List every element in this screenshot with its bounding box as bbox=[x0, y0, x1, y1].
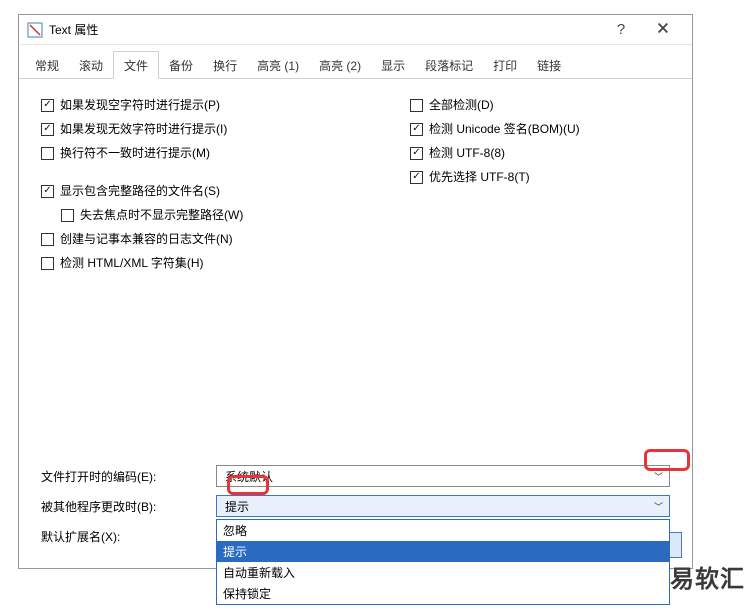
checkbox-label: 创建与记事本兼容的日志文件(N) bbox=[60, 230, 233, 248]
checkbox-row[interactable]: 检测 Unicode 签名(BOM)(U) bbox=[410, 117, 670, 141]
tab-5[interactable]: 高亮 (1) bbox=[247, 52, 309, 78]
checkbox-label: 检测 UTF-8(8) bbox=[429, 144, 505, 162]
encoding-combo[interactable]: 系统默认 ﹀ bbox=[216, 465, 670, 487]
default-ext-label: 默认扩展名(X): bbox=[41, 528, 216, 545]
checkbox-row[interactable]: 失去焦点时不显示完整路径(W) bbox=[61, 203, 370, 227]
checkbox[interactable] bbox=[410, 147, 423, 160]
tab-content: 如果发现空字符时进行提示(P) 如果发现无效字符时进行提示(I) 换行符不一致时进行… bbox=[19, 79, 692, 289]
checkbox[interactable] bbox=[41, 233, 54, 246]
checkbox[interactable] bbox=[41, 257, 54, 270]
text-properties-dialog: Text 属性 ? 🗙 常规滚动文件备份换行高亮 (1)高亮 (2)显示段落标记… bbox=[18, 14, 693, 569]
tab-6[interactable]: 高亮 (2) bbox=[309, 52, 371, 78]
encoding-label: 文件打开时的编码(E): bbox=[41, 468, 216, 485]
checkbox-label: 失去焦点时不显示完整路径(W) bbox=[80, 206, 243, 224]
checkbox-row[interactable]: 检测 UTF-8(8) bbox=[410, 141, 670, 165]
checkbox-label: 换行符不一致时进行提示(M) bbox=[60, 144, 210, 162]
checkbox-label: 检测 Unicode 签名(BOM)(U) bbox=[429, 120, 580, 138]
tab-7[interactable]: 显示 bbox=[371, 52, 415, 78]
checkbox-label: 优先选择 UTF-8(T) bbox=[429, 168, 530, 186]
tab-10[interactable]: 链接 bbox=[527, 52, 571, 78]
changed-by-combo[interactable]: 提示 ﹀ bbox=[216, 495, 670, 517]
dropdown-item[interactable]: 忽略 bbox=[217, 520, 669, 541]
help-button[interactable]: ? bbox=[600, 21, 642, 38]
titlebar: Text 属性 ? 🗙 bbox=[19, 15, 692, 45]
tab-9[interactable]: 打印 bbox=[483, 52, 527, 78]
encoding-value: 系统默认 bbox=[225, 468, 273, 485]
checkbox-row[interactable]: 显示包含完整路径的文件名(S) bbox=[41, 179, 370, 203]
checkbox-row[interactable]: 全部检测(D) bbox=[410, 93, 670, 117]
checkbox-label: 全部检测(D) bbox=[429, 96, 494, 114]
tab-0[interactable]: 常规 bbox=[25, 52, 69, 78]
watermark-text: 易软汇 bbox=[670, 559, 745, 594]
checkbox-label: 如果发现空字符时进行提示(P) bbox=[60, 96, 220, 114]
checkbox[interactable] bbox=[41, 123, 54, 136]
checkbox[interactable] bbox=[410, 171, 423, 184]
app-icon bbox=[27, 22, 43, 38]
checkbox-label: 显示包含完整路径的文件名(S) bbox=[60, 182, 220, 200]
chevron-down-icon: ﹀ bbox=[654, 470, 663, 483]
right-col: 全部检测(D) 检测 Unicode 签名(BOM)(U) 检测 UTF-8(8) 优… bbox=[410, 93, 670, 275]
checkbox-row[interactable]: 创建与记事本兼容的日志文件(N) bbox=[41, 227, 370, 251]
dialog-title: Text 属性 bbox=[49, 21, 600, 38]
tab-bar: 常规滚动文件备份换行高亮 (1)高亮 (2)显示段落标记打印链接 bbox=[19, 51, 692, 79]
changed-by-value: 提示 bbox=[225, 498, 249, 515]
checkbox-row[interactable]: 优先选择 UTF-8(T) bbox=[410, 165, 670, 189]
dropdown-item[interactable]: 提示 bbox=[217, 541, 669, 562]
left-col: 如果发现空字符时进行提示(P) 如果发现无效字符时进行提示(I) 换行符不一致时进行… bbox=[41, 93, 370, 275]
changed-by-label: 被其他程序更改时(B): bbox=[41, 498, 216, 515]
chevron-down-icon: ﹀ bbox=[654, 500, 663, 513]
checkbox-label: 如果发现无效字符时进行提示(I) bbox=[60, 120, 227, 138]
checkbox-row[interactable]: 如果发现空字符时进行提示(P) bbox=[41, 93, 370, 117]
checkbox[interactable] bbox=[61, 209, 74, 222]
tab-3[interactable]: 备份 bbox=[159, 52, 203, 78]
checkbox-row[interactable]: 检测 HTML/XML 字符集(H) bbox=[41, 251, 370, 275]
dropdown-item[interactable]: 自动重新载入 bbox=[217, 562, 669, 583]
tab-1[interactable]: 滚动 bbox=[69, 52, 113, 78]
tab-2[interactable]: 文件 bbox=[113, 51, 159, 79]
tab-8[interactable]: 段落标记 bbox=[415, 52, 483, 78]
checkbox[interactable] bbox=[41, 147, 54, 160]
changed-by-dropdown[interactable]: 忽略提示自动重新载入保持锁定 bbox=[216, 519, 670, 605]
checkbox-row[interactable]: 换行符不一致时进行提示(M) bbox=[41, 141, 370, 165]
checkbox-row[interactable]: 如果发现无效字符时进行提示(I) bbox=[41, 117, 370, 141]
checkbox[interactable] bbox=[410, 99, 423, 112]
checkbox[interactable] bbox=[410, 123, 423, 136]
checkbox[interactable] bbox=[41, 99, 54, 112]
close-button[interactable]: 🗙 bbox=[642, 17, 684, 42]
tab-4[interactable]: 换行 bbox=[203, 52, 247, 78]
checkbox[interactable] bbox=[41, 185, 54, 198]
checkbox-label: 检测 HTML/XML 字符集(H) bbox=[60, 254, 204, 272]
